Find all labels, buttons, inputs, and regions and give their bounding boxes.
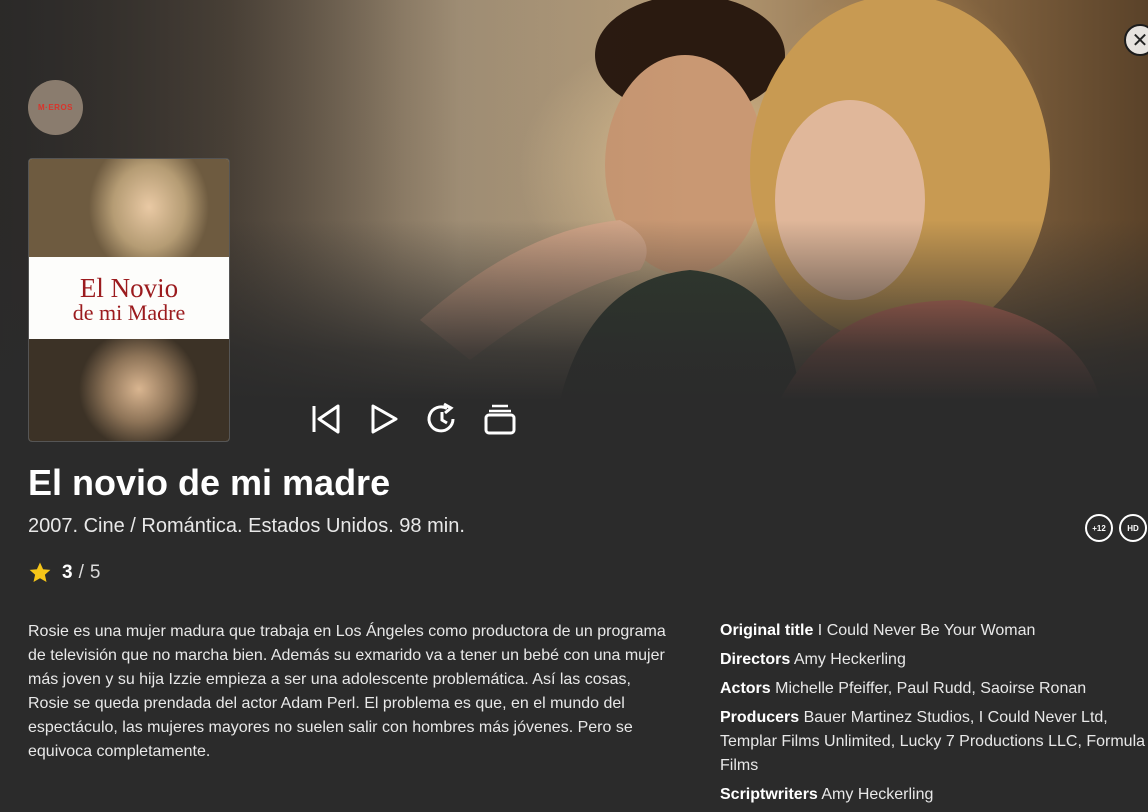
close-icon: ✕ xyxy=(1131,29,1148,52)
play-button[interactable] xyxy=(366,400,402,438)
age-rating-badge: +12 xyxy=(1085,514,1113,542)
rating-separator: / xyxy=(78,562,84,583)
credit-label: Directors xyxy=(720,651,791,668)
credit-scriptwriters: Scriptwriters Amy Heckerling xyxy=(720,783,1148,807)
synopsis: Rosie es una mujer madura que trabaja en… xyxy=(28,623,666,760)
playback-controls xyxy=(308,400,518,438)
credit-label: Scriptwriters xyxy=(720,786,818,803)
credit-value: Amy Heckerling xyxy=(793,651,906,668)
movie-title: El novio de mi madre xyxy=(28,462,391,503)
channel-logo: M·EROS xyxy=(28,80,83,135)
restart-icon xyxy=(312,404,340,434)
replay-icon xyxy=(427,402,455,433)
credit-original-title: Original title I Could Never Be Your Wom… xyxy=(720,619,1148,643)
credit-value: Michelle Pfeiffer, Paul Rudd, Saoirse Ro… xyxy=(775,680,1087,697)
episodes-button[interactable] xyxy=(482,400,518,438)
poster-title-line1: El Novio xyxy=(79,273,179,303)
close-button[interactable]: ✕ xyxy=(1124,24,1148,56)
poster-title-line2: de mi Madre xyxy=(72,300,186,325)
poster-title: El Novio de mi Madre xyxy=(29,275,229,324)
credit-directors: Directors Amy Heckerling xyxy=(720,648,1148,672)
rating-max: 5 xyxy=(89,562,101,583)
rating: 3 / 5 xyxy=(28,561,100,585)
poster-image-top xyxy=(29,159,229,257)
credit-label: Producers xyxy=(720,709,800,726)
replay-button[interactable] xyxy=(424,400,460,438)
channel-logo-text: M·EROS xyxy=(38,103,73,112)
hd-badge: HD xyxy=(1119,514,1147,542)
credit-value: I Could Never Be Your Woman xyxy=(817,622,1036,639)
credit-label: Actors xyxy=(720,680,771,697)
rating-value: 3 xyxy=(62,562,73,583)
movie-poster: El Novio de mi Madre xyxy=(28,158,230,442)
credit-actors: Actors Michelle Pfeiffer, Paul Rudd, Sao… xyxy=(720,677,1148,701)
poster-image-bottom xyxy=(29,339,229,441)
credits: Original title I Could Never Be Your Wom… xyxy=(720,619,1148,812)
movie-meta: 2007. Cine / Romántica. Estados Unidos. … xyxy=(28,515,465,537)
credit-producers: Producers Bauer Martinez Studios, I Coul… xyxy=(720,706,1148,778)
badges: +12 HD xyxy=(1085,514,1147,542)
episodes-icon xyxy=(484,404,516,435)
star-icon xyxy=(29,562,51,582)
credit-label: Original title xyxy=(720,622,814,639)
restart-button[interactable] xyxy=(308,400,344,438)
credit-value: Amy Heckerling xyxy=(821,786,934,803)
play-icon xyxy=(371,404,398,434)
